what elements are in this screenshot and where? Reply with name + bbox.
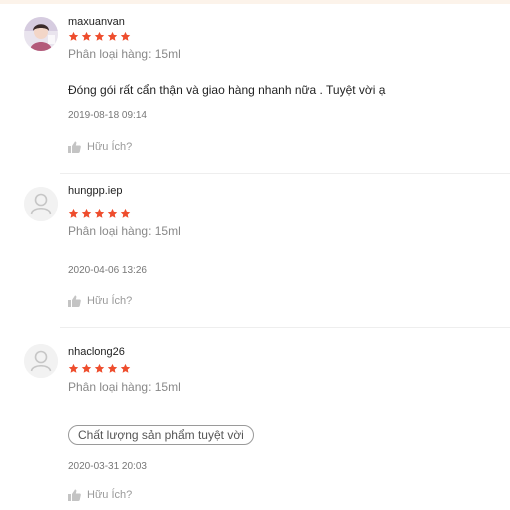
- review-username[interactable]: hungpp.iep: [68, 185, 122, 197]
- star-icon: [107, 208, 118, 218]
- star-icon: [107, 363, 118, 373]
- avatar[interactable]: [24, 17, 58, 51]
- review-tag: Chất lượng sản phẩm tuyệt vời: [68, 425, 254, 445]
- star-icon: [120, 208, 131, 218]
- star-icon: [107, 31, 118, 41]
- star-icon: [68, 31, 79, 41]
- helpful-button[interactable]: Hữu Ích?: [68, 139, 132, 155]
- star-icon: [94, 208, 105, 218]
- top-strip: [0, 0, 510, 4]
- review-item: hungpp.iep Phân loại hàng: 15ml 2020-04-…: [0, 175, 510, 328]
- review-timestamp: 2020-03-31 20:03: [68, 461, 147, 472]
- star-icon: [68, 363, 79, 373]
- star-rating: [68, 208, 131, 220]
- star-rating: [68, 363, 131, 375]
- user-photo-icon: [24, 17, 58, 51]
- divider: [60, 173, 510, 174]
- review-username[interactable]: nhaclong26: [68, 346, 125, 358]
- review-comment: Đóng gói rất cẩn thận và giao hàng nhanh…: [68, 83, 386, 97]
- helpful-label: Hữu Ích?: [87, 295, 133, 307]
- thumbs-up-icon: [68, 295, 81, 307]
- star-icon: [120, 31, 131, 41]
- review-item: maxuanvan Phân loại hàng: 15ml Đóng gói …: [0, 6, 510, 174]
- helpful-label: Hữu Ích?: [87, 141, 133, 153]
- divider: [60, 327, 510, 328]
- variant-label: Phân loại hàng: 15ml: [68, 380, 181, 394]
- user-icon: [24, 187, 58, 221]
- helpful-button[interactable]: Hữu Ích?: [68, 487, 132, 503]
- thumbs-up-icon: [68, 489, 81, 501]
- star-rating: [68, 31, 131, 43]
- avatar[interactable]: [24, 344, 58, 378]
- helpful-label: Hữu Ích?: [87, 489, 133, 501]
- thumbs-up-icon: [68, 141, 81, 153]
- avatar[interactable]: [24, 187, 58, 221]
- star-icon: [81, 208, 92, 218]
- user-icon: [24, 344, 58, 378]
- review-timestamp: 2019-08-18 09:14: [68, 110, 147, 121]
- star-icon: [94, 31, 105, 41]
- star-icon: [81, 363, 92, 373]
- star-icon: [120, 363, 131, 373]
- review-username[interactable]: maxuanvan: [68, 16, 125, 28]
- review-item: nhaclong26 Phân loại hàng: 15ml Chất lượ…: [0, 329, 510, 510]
- star-icon: [94, 363, 105, 373]
- star-icon: [81, 31, 92, 41]
- star-icon: [68, 208, 79, 218]
- variant-label: Phân loại hàng: 15ml: [68, 47, 181, 61]
- variant-label: Phân loại hàng: 15ml: [68, 224, 181, 238]
- review-timestamp: 2020-04-06 13:26: [68, 265, 147, 276]
- helpful-button[interactable]: Hữu Ích?: [68, 293, 132, 309]
